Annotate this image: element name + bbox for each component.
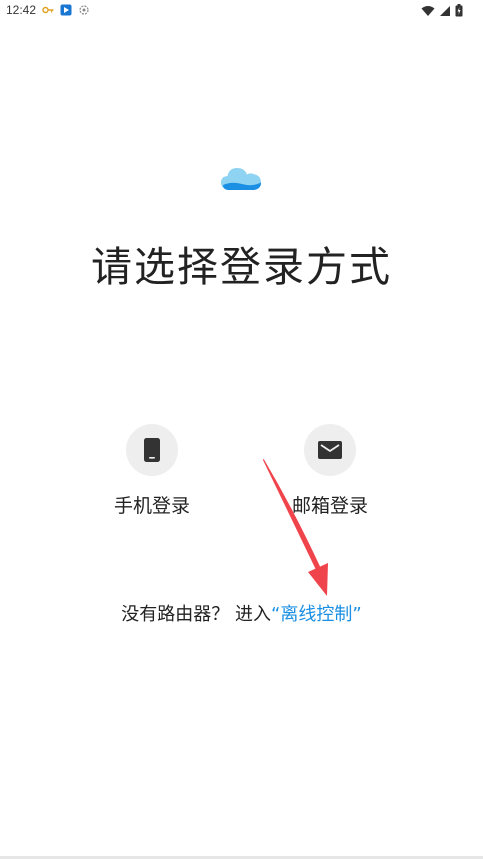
status-time: 12:42 [6, 3, 37, 17]
email-login-label: 邮箱登录 [291, 495, 368, 517]
system-icons [421, 4, 463, 17]
phone-login-label: 手机登录 [113, 495, 190, 517]
notification-icons [42, 4, 90, 16]
offline-control-link[interactable]: “离线控制” [271, 604, 362, 625]
phone-login-button[interactable]: 手机登录 [92, 424, 212, 518]
cellular-signal-icon [440, 5, 450, 16]
phone-icon [144, 438, 160, 462]
key-icon [42, 6, 54, 14]
cloud-logo-icon [221, 168, 261, 190]
page-title: 请选择登录方式 [91, 243, 392, 291]
phone-login-icon-circle[interactable] [126, 424, 178, 476]
offline-prompt-text: 没有路由器？ 进入 [121, 604, 272, 625]
mail-icon [318, 441, 342, 459]
app-notification-icon [60, 4, 72, 16]
status-bar: 12:42 [0, 0, 483, 22]
email-login-icon-circle[interactable] [304, 424, 356, 476]
sync-icon [79, 5, 89, 15]
annotation-arrow [262, 459, 328, 596]
offline-control-line: 没有路由器？ 进入“离线控制” [0, 600, 483, 626]
wifi-icon [421, 5, 435, 16]
battery-icon [455, 4, 463, 17]
email-login-button[interactable]: 邮箱登录 [270, 424, 390, 518]
